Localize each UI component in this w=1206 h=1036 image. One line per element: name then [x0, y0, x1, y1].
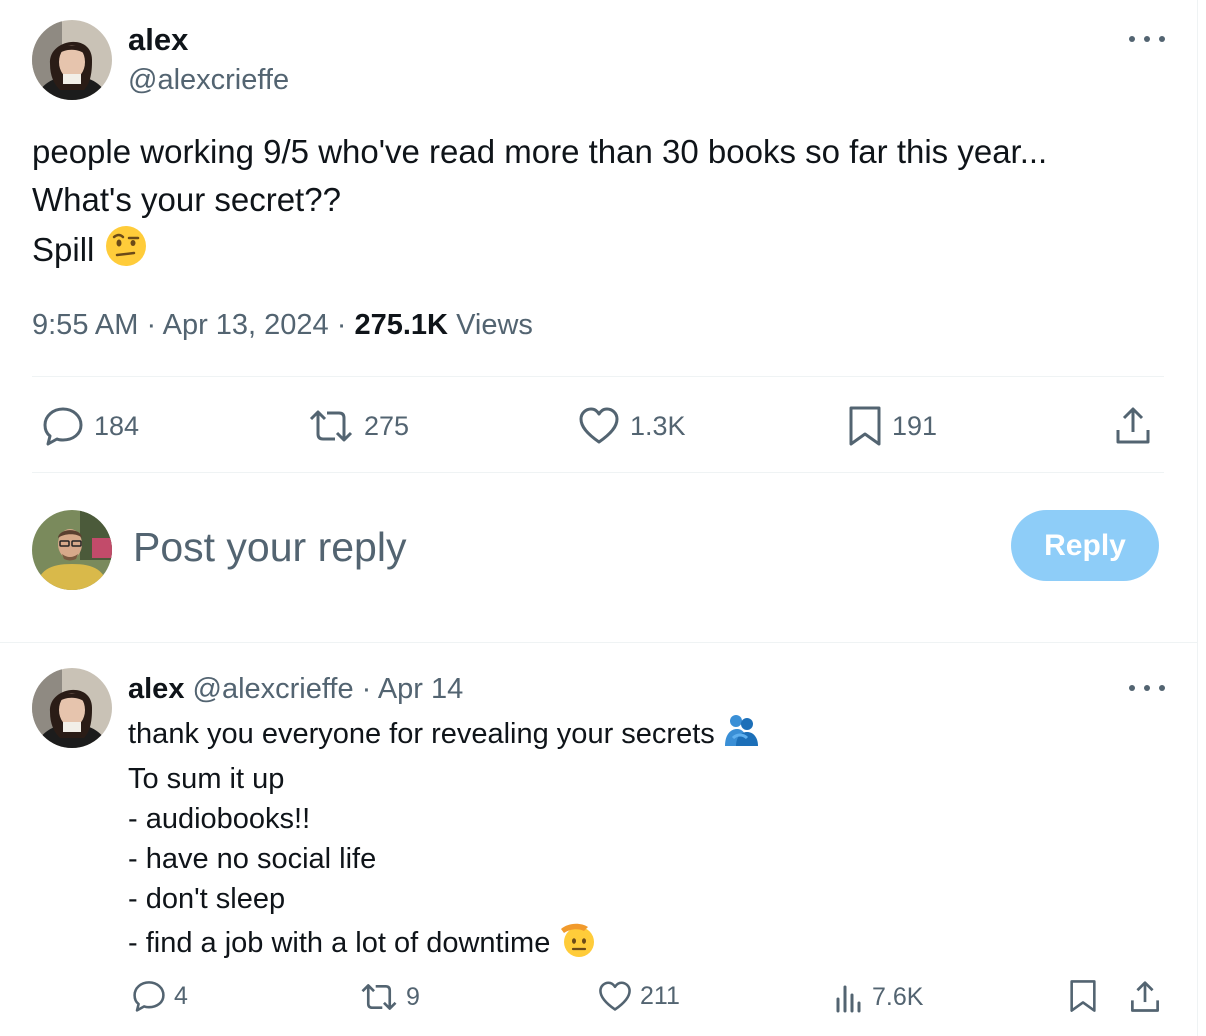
- reply-action[interactable]: 184: [42, 406, 139, 446]
- repost-action[interactable]: 275: [308, 408, 409, 444]
- more-options-icon[interactable]: [1129, 33, 1165, 45]
- reply-header: alex @alexcrieffe · Apr 14: [128, 670, 463, 708]
- reply-icon: [43, 407, 83, 446]
- repost-icon: [361, 984, 397, 1010]
- reply-views-count: 7.6K: [872, 982, 924, 1011]
- saluting-face-icon: [558, 919, 598, 970]
- reply-repost-count: 9: [406, 982, 420, 1011]
- reply-icon: [133, 981, 165, 1012]
- heart-icon: [599, 981, 631, 1011]
- people-hugging-icon: [723, 712, 759, 759]
- tweet-text-line: What's your secret??: [32, 181, 341, 218]
- tweet-time[interactable]: 9:55 AM: [32, 309, 138, 341]
- reply-text-line: - audiobooks!!: [128, 803, 311, 835]
- bookmark-icon: [1070, 980, 1096, 1012]
- repost-count: 275: [364, 410, 410, 441]
- reply-bookmark-action[interactable]: [1069, 979, 1097, 1013]
- analytics-icon: [836, 985, 861, 1013]
- reply-repost-action[interactable]: 9: [360, 982, 420, 1012]
- reply-separator: ·: [361, 673, 372, 705]
- reply-input[interactable]: Post your reply: [133, 522, 406, 572]
- divider: [32, 472, 1164, 473]
- reply-text-line: thank you everyone for revealing your se…: [128, 712, 1088, 759]
- reply-share-action[interactable]: [1129, 980, 1161, 1014]
- tweet-date[interactable]: Apr 13, 2024: [163, 309, 329, 341]
- reply-author-avatar[interactable]: [32, 668, 112, 748]
- like-action[interactable]: 1.3K: [578, 407, 686, 445]
- share-icon: [1116, 407, 1150, 444]
- bookmark-count: 191: [892, 410, 938, 441]
- views-label: Views: [456, 309, 533, 341]
- like-count: 1.3K: [630, 410, 686, 441]
- reply-text-fragment: - find a job with a lot of downtime: [128, 927, 551, 960]
- reply-author-handle[interactable]: @alexcrieffe: [193, 673, 354, 705]
- reply-text: thank you everyone for revealing your se…: [128, 712, 1088, 970]
- repost-icon: [309, 410, 353, 442]
- share-action[interactable]: [1114, 406, 1152, 446]
- reply-text-line: - find a job with a lot of downtime: [128, 919, 1088, 970]
- reply-views-action[interactable]: 7.6K: [834, 981, 923, 1013]
- views-count: 275.1K: [354, 309, 448, 341]
- reply-like-count: 211: [640, 982, 680, 1010]
- heart-icon: [579, 407, 619, 444]
- bookmark-action[interactable]: 191: [848, 405, 937, 447]
- author-name[interactable]: alex: [128, 22, 188, 58]
- tweet-text: people working 9/5 who've read more than…: [32, 128, 1172, 281]
- tweet-text-line: people working 9/5 who've read more than…: [32, 133, 1048, 170]
- reply-reply-action[interactable]: 4: [132, 980, 188, 1012]
- current-user-avatar[interactable]: [32, 510, 112, 590]
- reply-reply-count: 4: [174, 981, 188, 1010]
- reply-count: 184: [94, 410, 140, 441]
- reply-author-name[interactable]: alex: [128, 673, 184, 705]
- reply-text-line: - have no social life: [128, 843, 377, 875]
- meta-separator: ·: [336, 309, 347, 341]
- more-options-icon[interactable]: [1129, 682, 1165, 694]
- bookmark-icon: [849, 406, 881, 446]
- author-handle[interactable]: @alexcrieffe: [128, 62, 289, 98]
- reply-button[interactable]: Reply: [1011, 510, 1159, 581]
- face-with-raised-eyebrow-icon: [104, 224, 148, 281]
- reply-text-fragment: thank you everyone for revealing your se…: [128, 718, 715, 751]
- reply-text-line: - don't sleep: [128, 883, 286, 915]
- column-border: [1197, 0, 1198, 1036]
- reply-text-line: To sum it up: [128, 763, 285, 795]
- share-icon: [1131, 981, 1159, 1012]
- tweet-meta: 9:55 AM · Apr 13, 2024 · 275.1K Views: [32, 305, 533, 345]
- reply-date[interactable]: Apr 14: [378, 673, 463, 705]
- author-avatar[interactable]: [32, 20, 112, 100]
- tweet-text-line: Spill: [32, 224, 1172, 281]
- reply-like-action[interactable]: 211: [598, 981, 680, 1012]
- divider: [32, 376, 1164, 377]
- tweet-text-fragment: Spill: [32, 231, 95, 269]
- section-divider: [0, 642, 1198, 643]
- meta-separator: ·: [146, 309, 157, 341]
